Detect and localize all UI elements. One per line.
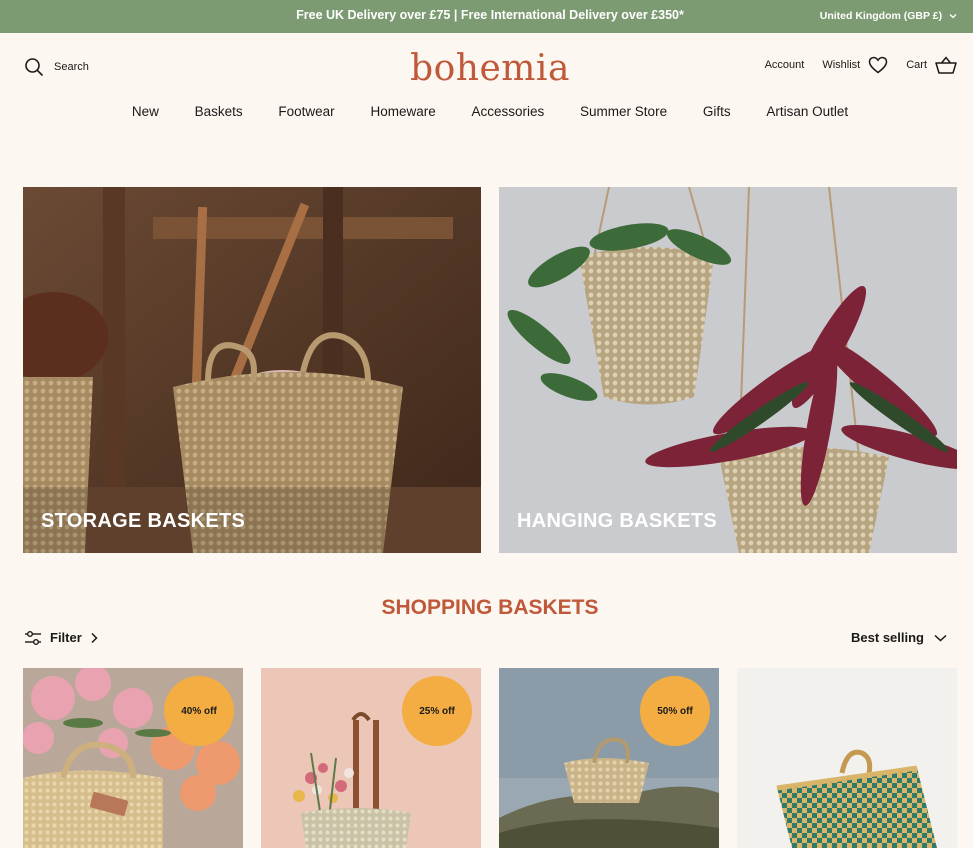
sort-dropdown[interactable]: Best selling xyxy=(851,630,947,645)
filter-button[interactable]: Filter xyxy=(24,630,98,645)
country-selector[interactable]: United Kingdom (GBP £) xyxy=(820,10,957,22)
nav-item-new[interactable]: New xyxy=(132,104,159,119)
nav-item-summer-store[interactable]: Summer Store xyxy=(580,104,667,119)
main-nav: New Baskets Footwear Homeware Accessorie… xyxy=(0,104,973,119)
product-card[interactable] xyxy=(737,668,957,848)
nav-item-footwear[interactable]: Footwear xyxy=(278,104,334,119)
cart-label: Cart xyxy=(906,59,927,71)
country-label: United Kingdom (GBP £) xyxy=(819,10,943,22)
storage-baskets-image xyxy=(23,187,481,553)
category-tile-storage[interactable]: STORAGE BASKETS xyxy=(23,187,481,553)
wishlist-label: Wishlist xyxy=(822,59,861,71)
cart-link[interactable]: Cart xyxy=(906,56,957,74)
nav-item-gifts[interactable]: Gifts xyxy=(703,104,731,119)
category-label: HANGING BASKETS xyxy=(517,510,718,532)
chevron-right-icon xyxy=(91,632,98,643)
chevron-down-icon xyxy=(934,634,947,642)
nav-item-accessories[interactable]: Accessories xyxy=(472,104,545,119)
nav-item-homeware[interactable]: Homeware xyxy=(370,104,435,119)
category-label: STORAGE BASKETS xyxy=(41,510,246,532)
header-actions: Account Wishlist Cart xyxy=(747,56,957,74)
section-title: SHOPPING BASKETS xyxy=(381,596,599,619)
sort-label: Best selling xyxy=(851,630,924,645)
category-tile-hanging[interactable]: HANGING BASKETS xyxy=(499,187,957,553)
chevron-down-icon xyxy=(949,14,957,19)
nav-item-artisan-outlet[interactable]: Artisan Outlet xyxy=(766,104,848,119)
filter-label: Filter xyxy=(50,630,82,645)
basket-icon xyxy=(935,56,957,74)
nav-item-baskets[interactable]: Baskets xyxy=(195,104,243,119)
product-image xyxy=(737,668,957,848)
announcement-bar: Free UK Delivery over £75 | Free Interna… xyxy=(0,0,973,33)
heart-icon xyxy=(868,56,888,74)
discount-badge: 40% off xyxy=(164,676,234,746)
sliders-icon xyxy=(25,630,41,645)
product-card[interactable]: 40% off xyxy=(23,668,243,848)
product-card[interactable]: 50% off xyxy=(499,668,719,848)
discount-badge: 50% off xyxy=(640,676,710,746)
product-card[interactable]: 25% off xyxy=(261,668,481,848)
wishlist-link[interactable]: Wishlist xyxy=(822,56,888,74)
hanging-baskets-image xyxy=(499,187,957,553)
discount-badge: 25% off xyxy=(402,676,472,746)
account-link[interactable]: Account xyxy=(765,59,805,71)
